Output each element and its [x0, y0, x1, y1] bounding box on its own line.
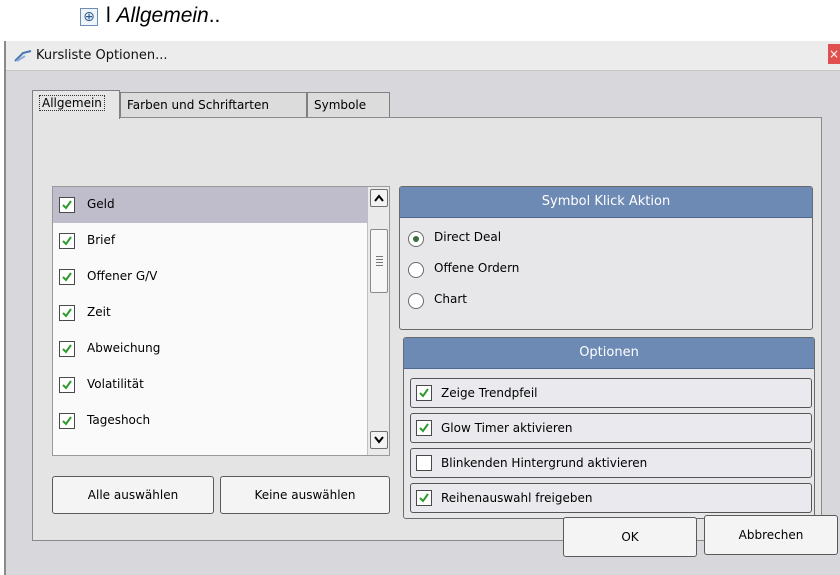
close-button[interactable]: × — [828, 44, 840, 64]
tab-symbole[interactable]: Symbole — [307, 92, 390, 118]
caption-suffix: .. — [208, 4, 221, 27]
tab-allgemein[interactable]: Allgemein — [32, 90, 120, 119]
caption-italic: Allgemein — [116, 4, 209, 27]
options-dialog: Kursliste Optionen... × Allgemein Farben… — [4, 41, 840, 575]
option-label: Zeige Trendpfeil — [441, 386, 538, 400]
check-icon — [62, 308, 72, 318]
option-label: Glow Timer aktivieren — [441, 421, 573, 435]
chevron-up-icon — [374, 194, 384, 202]
window-title: Kursliste Optionen... — [36, 48, 168, 63]
checkbox[interactable] — [59, 233, 75, 249]
check-icon — [419, 423, 429, 433]
check-icon — [419, 388, 429, 398]
scroll-down-button[interactable] — [370, 431, 388, 449]
cancel-button[interactable]: Abbrechen — [704, 515, 838, 555]
checkbox[interactable] — [59, 197, 75, 213]
chevron-down-icon — [374, 436, 384, 444]
group-title: Symbol Klick Aktion — [400, 187, 812, 218]
check-icon — [62, 380, 72, 390]
check-icon — [62, 416, 72, 426]
list-item[interactable]: Brief — [53, 223, 369, 259]
check-icon — [62, 344, 72, 354]
expand-icon[interactable]: ⊕ — [80, 8, 98, 26]
list-item[interactable]: Geld — [53, 187, 369, 223]
radio-button[interactable] — [408, 262, 424, 278]
scroll-thumb[interactable] — [370, 229, 388, 293]
select-all-button[interactable]: Alle auswählen — [52, 476, 214, 514]
tab-farben-und-schriftarten[interactable]: Farben und Schriftarten — [120, 92, 307, 118]
scroll-up-button[interactable] — [370, 189, 388, 207]
option-glow-timer[interactable]: Glow Timer aktivieren — [410, 413, 812, 443]
vertical-scrollbar[interactable] — [367, 187, 389, 455]
list-item-label: Abweichung — [87, 341, 161, 355]
list-item-label: Brief — [87, 233, 116, 247]
check-icon — [62, 272, 72, 282]
check-icon — [419, 493, 429, 503]
list-item-label: Geld — [87, 197, 115, 211]
list-item[interactable]: Volatilität — [53, 367, 369, 403]
checkbox[interactable] — [59, 269, 75, 285]
radio-button[interactable] — [408, 231, 424, 247]
caption: ⊕ l Allgemein.. — [0, 0, 840, 40]
title-bar: Kursliste Optionen... × — [6, 41, 840, 71]
checkbox[interactable] — [59, 341, 75, 357]
list-item-label: Offener G/V — [87, 269, 158, 283]
radio-label: Offene Ordern — [434, 261, 520, 275]
list-item[interactable]: Offener G/V — [53, 259, 369, 295]
check-icon — [62, 200, 72, 210]
option-zeige-trendpfeil[interactable]: Zeige Trendpfeil — [410, 378, 812, 408]
column-list[interactable]: Geld Brief Offener G/V Zeit Abweichung V… — [52, 186, 390, 456]
radio-label: Chart — [434, 292, 467, 306]
options-group: Optionen Zeige Trendpfeil Glow Timer akt… — [403, 337, 815, 519]
check-icon — [62, 236, 72, 246]
checkbox[interactable] — [416, 420, 432, 436]
list-item[interactable]: Zeit — [53, 295, 369, 331]
option-blinkenden-hintergrund[interactable]: Blinkenden Hintergrund aktivieren — [410, 448, 812, 478]
checkbox[interactable] — [59, 413, 75, 429]
list-item-label: Zeit — [87, 305, 111, 319]
checkbox[interactable] — [416, 490, 432, 506]
list-item[interactable]: Tageshoch — [53, 403, 369, 439]
radio-button[interactable] — [408, 293, 424, 309]
symbol-click-action-group: Symbol Klick Aktion Direct Deal Offene O… — [399, 186, 813, 330]
radio-label: Direct Deal — [434, 230, 502, 244]
checkbox[interactable] — [59, 305, 75, 321]
option-reihenauswahl[interactable]: Reihenauswahl freigeben — [410, 483, 812, 513]
group-title: Optionen — [404, 338, 814, 369]
app-icon — [14, 50, 32, 62]
caption-prefix: l — [106, 4, 117, 27]
option-label: Blinkenden Hintergrund aktivieren — [441, 456, 648, 470]
list-item[interactable]: Abweichung — [53, 331, 369, 367]
caption-text: l Allgemein.. — [106, 4, 220, 28]
tab-panel-allgemein: Geld Brief Offener G/V Zeit Abweichung V… — [32, 117, 822, 541]
checkbox[interactable] — [59, 377, 75, 393]
checkbox[interactable] — [416, 455, 432, 471]
list-item-label: Tageshoch — [87, 413, 151, 427]
ok-button[interactable]: OK — [563, 517, 697, 557]
option-label: Reihenauswahl freigeben — [441, 491, 593, 505]
list-item-label: Volatilität — [87, 377, 144, 391]
checkbox[interactable] — [416, 385, 432, 401]
select-none-button[interactable]: Keine auswählen — [220, 476, 390, 514]
